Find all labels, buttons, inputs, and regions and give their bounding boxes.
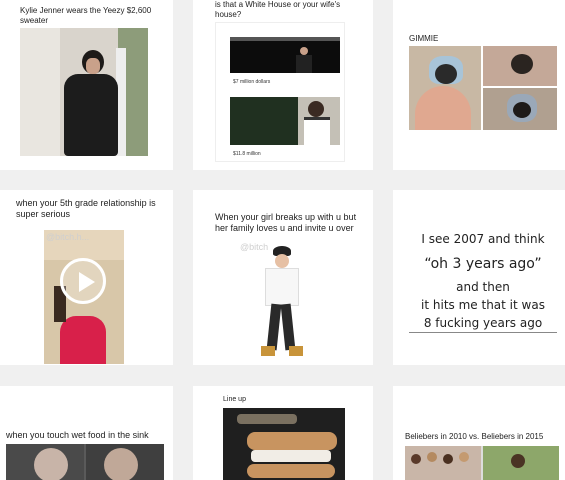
- quote-line: “oh 3 years ago”: [424, 256, 542, 272]
- post-card-lineup[interactable]: Line up: [193, 386, 373, 480]
- post-caption: Line up: [223, 396, 246, 403]
- post-caption: Kylie Jenner wears the Yeezy $2,600 swea…: [20, 6, 152, 25]
- post-card-breakup[interactable]: When your girl breaks up with u but her …: [193, 190, 373, 365]
- watermark: @bitch.h...: [46, 232, 90, 242]
- post-card-sink[interactable]: when you touch wet food in the sink: [0, 386, 173, 480]
- post-caption: is that a White House or your wife's hou…: [215, 0, 341, 19]
- post-card-beliebers[interactable]: Beliebers in 2010 vs. Beliebers in 2015: [393, 386, 565, 480]
- post-card-gimmie[interactable]: GIMMIE: [393, 0, 565, 170]
- play-icon[interactable]: [60, 258, 106, 304]
- post-caption: When your girl breaks up with u but her …: [215, 212, 357, 234]
- price-label: $7 million dollars: [233, 79, 271, 85]
- quote-line: I see 2007 and think: [421, 232, 545, 246]
- post-caption: when your 5th grade relationship is supe…: [16, 198, 156, 220]
- post-card-whitehouse[interactable]: is that a White House or your wife's hou…: [193, 0, 373, 170]
- post-card-years[interactable]: I see 2007 and think “oh 3 years ago” an…: [393, 190, 565, 365]
- price-label: $11.8 million: [233, 151, 261, 157]
- post-image: [20, 28, 148, 156]
- watermark: @bitch: [240, 242, 269, 252]
- post-caption: GIMMIE: [409, 34, 439, 43]
- post-image: [6, 444, 164, 480]
- post-image: [405, 446, 559, 480]
- post-image: [409, 46, 557, 130]
- post-image: @bitch.h...: [44, 230, 124, 364]
- post-caption: when you touch wet food in the sink: [6, 430, 149, 440]
- post-image: I see 2007 and think “oh 3 years ago” an…: [409, 228, 557, 333]
- post-image: [223, 408, 345, 480]
- quote-line: it hits me that it was: [421, 298, 545, 312]
- quote-line: 8 fucking years ago: [423, 316, 543, 330]
- quote-line: and then: [456, 280, 510, 294]
- post-caption: Beliebers in 2010 vs. Beliebers in 2015: [405, 432, 544, 441]
- post-card-kylie[interactable]: Kylie Jenner wears the Yeezy $2,600 swea…: [0, 0, 173, 170]
- post-card-fifth-grade[interactable]: when your 5th grade relationship is supe…: [0, 190, 173, 365]
- post-image: $7 million dollars $11.8 million: [215, 22, 345, 162]
- post-image: @bitch: [215, 236, 345, 360]
